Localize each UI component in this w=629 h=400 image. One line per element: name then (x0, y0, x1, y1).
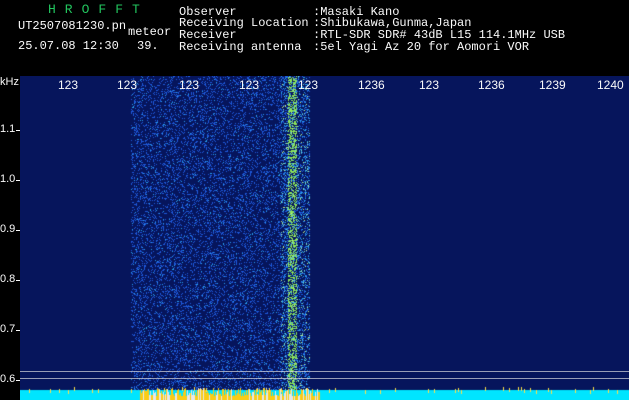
y-tick-mark (16, 330, 20, 331)
x-tick-label: 1236 (478, 78, 505, 92)
datetime-label: 25.07.08 12:30 (18, 39, 119, 53)
x-tick-label: 123 (179, 78, 200, 92)
y-axis: kHz 1.1 1.0 0.9 0.8 0.7 0.6 (0, 76, 20, 400)
antenna-label: Receiving antenna (179, 40, 302, 54)
antenna-value: :5el Yagi Az 20 for Aomori VOR (313, 40, 530, 54)
x-tick-label: 1239 (539, 78, 566, 92)
y-tick-mark (16, 230, 20, 231)
x-tick-label: 1240 (597, 78, 624, 92)
y-tick-0.9: 0.9 (0, 223, 16, 235)
hrofft-logo: HROFFT (48, 2, 149, 17)
x-tick-label: 123 (117, 78, 138, 92)
spectrogram-plot (20, 76, 629, 400)
y-tick-mark (16, 130, 20, 131)
y-tick-1.0: 1.0 (0, 173, 16, 185)
y-tick-mark (16, 180, 20, 181)
y-tick-mark (16, 280, 20, 281)
x-tick-label: 123 (239, 78, 260, 92)
y-tick-0.8: 0.8 (0, 273, 16, 285)
y-tick-0.6: 0.6 (0, 373, 16, 385)
spectrogram-canvas (20, 76, 629, 400)
x-tick-label: 123 (58, 78, 79, 92)
x-tick-label: 1236 (358, 78, 385, 92)
header-panel: HROFFT UT2507081230.pn meteor 25.07.08 1… (0, 0, 629, 76)
reference-line-upper (20, 371, 629, 372)
y-tick-1.1: 1.1 (0, 123, 16, 135)
meteor-label: meteor (128, 25, 172, 39)
reference-line-lower (20, 378, 629, 379)
x-axis-top: 123 123 123 123 123 1236 123 1236 1239 1… (0, 78, 629, 92)
hrofft-screen: HROFFT UT2507081230.pn meteor 25.07.08 1… (0, 0, 629, 400)
x-tick-label: 123 (419, 78, 440, 92)
count-label: 39. (137, 39, 159, 53)
x-tick-label: 123 (298, 78, 319, 92)
y-tick-mark (16, 380, 20, 381)
filename-label: UT2507081230.pn (18, 19, 127, 33)
y-tick-0.7: 0.7 (0, 323, 16, 335)
